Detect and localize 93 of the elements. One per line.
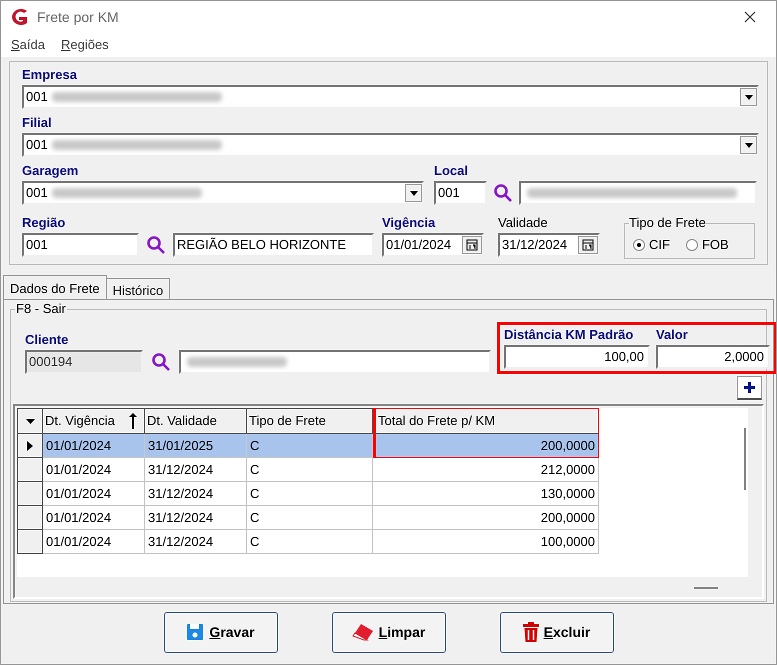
table-cell: C: [247, 434, 373, 458]
row-indicator[interactable]: [17, 530, 43, 554]
table-cell: C: [247, 506, 373, 530]
radio-button[interactable]: [686, 239, 698, 251]
column-header[interactable]: Total do Frete p/ KM: [373, 408, 599, 434]
search-icon[interactable]: [146, 235, 166, 255]
action-button[interactable]: Gravar: [164, 612, 278, 652]
tab[interactable]: Dados do Frete: [3, 275, 107, 299]
scrollbar-thumb[interactable]: [694, 587, 718, 589]
radio-label: FOB: [702, 236, 729, 254]
menu-item[interactable]: Regiões: [60, 35, 109, 55]
search-icon[interactable]: [493, 183, 513, 203]
menu-item[interactable]: Saída: [11, 35, 45, 55]
field-label: Garagem: [22, 163, 80, 179]
eraser-icon: [352, 623, 374, 641]
table-cell: 01/01/2024: [43, 482, 145, 506]
field-value: 001: [26, 88, 48, 106]
dropdown-field[interactable]: 001: [22, 181, 424, 205]
date-field[interactable]: 31/12/2024: [498, 233, 600, 257]
table-cell: 31/01/2025: [145, 434, 247, 458]
window-title: Frete por KM: [37, 8, 119, 27]
search-icon[interactable]: [151, 352, 171, 372]
column-header[interactable]: Tipo de Frete: [247, 408, 373, 434]
table-cell: 01/01/2024: [43, 506, 145, 530]
row-indicator[interactable]: [17, 458, 43, 482]
tab[interactable]: Histórico: [106, 278, 170, 299]
table-cell: C: [247, 458, 373, 482]
radio-label: CIF: [649, 236, 670, 254]
close-icon[interactable]: [744, 11, 756, 23]
caret-icon: [26, 418, 34, 424]
text-field[interactable]: REGIÃO BELO HORIZONTE: [173, 233, 374, 257]
table-cell: 01/01/2024: [43, 530, 145, 554]
current-row-icon: [27, 440, 33, 450]
table-cell: 31/12/2024: [145, 530, 247, 554]
sort-ascending-icon: [128, 413, 138, 429]
field-label: Cliente: [25, 332, 70, 348]
row-indicator[interactable]: [17, 506, 43, 530]
caret-icon: [744, 94, 752, 100]
dropdown-button[interactable]: [740, 136, 757, 154]
app-logo-icon: [9, 8, 29, 26]
caret-icon: [744, 142, 752, 148]
field-label: Valor: [656, 327, 689, 343]
field-value: 001: [26, 136, 48, 154]
scrollbar-thumb[interactable]: [744, 428, 746, 490]
dropdown-button[interactable]: [405, 184, 422, 202]
table-cell: C: [247, 482, 373, 506]
field-value: 001: [26, 184, 48, 202]
calendar-icon[interactable]: [462, 236, 482, 254]
code-field[interactable]: 000194: [25, 350, 143, 374]
dropdown-field[interactable]: 001: [22, 85, 759, 109]
dropdown-button[interactable]: [740, 88, 757, 106]
field-label: Vigência: [382, 215, 436, 231]
number-field[interactable]: 2,0000: [656, 345, 770, 369]
table-cell: 01/01/2024: [43, 458, 145, 482]
table-cell: 100,0000: [373, 530, 599, 554]
plus-icon: [744, 382, 755, 393]
group-title: Tipo de Frete: [629, 215, 706, 231]
table-cell: 200,0000: [373, 434, 599, 458]
code-field[interactable]: 001: [434, 181, 487, 205]
table-cell: 31/12/2024: [145, 506, 247, 530]
row-indicator[interactable]: [17, 482, 43, 506]
table-cell: C: [247, 530, 373, 554]
dropdown-field[interactable]: 001: [22, 133, 759, 157]
calendar-icon[interactable]: [578, 236, 598, 254]
radio-button[interactable]: [633, 239, 645, 251]
table-cell: 31/12/2024: [145, 458, 247, 482]
field-label: Local: [434, 163, 469, 179]
date-field[interactable]: 01/01/2024: [382, 233, 484, 257]
header-cell[interactable]: [17, 408, 43, 434]
field-label: Filial: [22, 115, 53, 131]
row-indicator[interactable]: [17, 434, 43, 458]
field-label: Validade: [498, 215, 549, 231]
trash-icon: [522, 622, 539, 642]
field-label: Empresa: [22, 67, 78, 83]
code-field[interactable]: 001: [22, 233, 139, 257]
field-label: Região: [22, 215, 66, 231]
field-value: 31/12/2024: [502, 236, 568, 254]
field-label: Distância KM Padrão: [504, 327, 634, 343]
column-header[interactable]: Dt. Validade: [145, 408, 247, 434]
caret-icon: [410, 190, 418, 196]
table-cell: 130,0000: [373, 482, 599, 506]
table-cell: 212,0000: [373, 458, 599, 482]
field-value: 01/01/2024: [386, 236, 452, 254]
action-button[interactable]: Excluir: [500, 612, 614, 652]
column-header[interactable]: Dt. Vigência: [43, 408, 145, 434]
table-cell: 31/12/2024: [145, 482, 247, 506]
action-button[interactable]: Limpar: [332, 612, 446, 652]
text-field[interactable]: [519, 181, 757, 205]
table-cell: 200,0000: [373, 506, 599, 530]
add-button[interactable]: [737, 376, 762, 400]
table-cell: 01/01/2024: [43, 434, 145, 458]
text-field[interactable]: [179, 350, 491, 374]
number-field[interactable]: 100,00: [504, 345, 650, 369]
